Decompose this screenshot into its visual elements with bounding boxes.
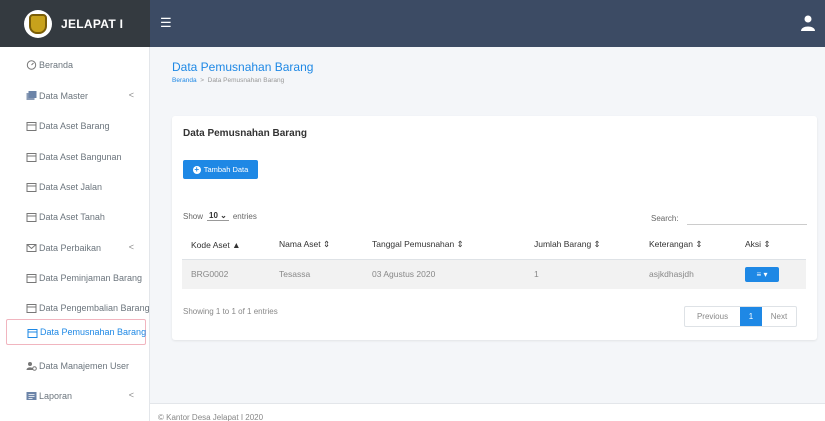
cell-keterangan: asjkdhasjdh — [640, 259, 736, 289]
footer: © Kantor Desa Jelapat I 2020 — [150, 403, 825, 421]
chevron-left-icon: < — [128, 390, 134, 400]
data-table: Kode Aset ▲ Nama Aset ⇕ Tanggal Pemusnah… — [182, 231, 806, 289]
breadcrumb-home-link[interactable]: Beranda — [172, 77, 197, 84]
folders-icon — [26, 91, 37, 100]
column-header-kode-aset[interactable]: Kode Aset ▲ — [182, 231, 270, 260]
sidebar-item-data-aset-tanah[interactable]: Data Aset Tanah — [6, 204, 146, 230]
column-header-nama-aset[interactable]: Nama Aset ⇕ — [270, 231, 363, 260]
calendar-icon — [26, 153, 37, 162]
data-card: Data Pemusnahan Barang + Tambah Data Sho… — [172, 116, 817, 340]
sidebar-item-label: Beranda — [39, 60, 74, 70]
dashboard-icon — [26, 60, 37, 70]
report-icon — [26, 392, 37, 400]
sidebar-item-label: Laporan — [39, 391, 73, 401]
tambah-data-label: Tambah Data — [203, 165, 249, 174]
sidebar-item-data-manajemen-user[interactable]: Data Manajemen User — [6, 353, 146, 379]
sidebar-item-label: Data Perbaikan — [39, 243, 102, 253]
sort-icon: ⇕ — [593, 239, 601, 250]
chevron-left-icon: < — [128, 242, 134, 252]
calendar-icon — [26, 274, 37, 283]
content-header: Data Pemusnahan Barang Beranda > Data Pe… — [172, 60, 313, 84]
breadcrumb-separator: > — [200, 77, 204, 84]
envelope-icon — [26, 244, 37, 252]
search-input[interactable] — [686, 211, 807, 225]
sidebar: Beranda Data Master < Data Aset Barang D… — [0, 47, 150, 421]
column-header-tanggal-pemusnahan[interactable]: Tanggal Pemusnahan ⇕ — [363, 231, 525, 260]
column-header-keterangan[interactable]: Keterangan ⇕ — [640, 231, 736, 260]
calendar-icon — [26, 213, 37, 222]
previous-button[interactable]: Previous — [685, 307, 740, 326]
table-row: BRG0002 Tesassa 03 Agustus 2020 1 asjkdh… — [182, 259, 806, 289]
footer-text: © Kantor Desa Jelapat I 2020 — [158, 413, 264, 421]
table-header-row: Kode Aset ▲ Nama Aset ⇕ Tanggal Pemusnah… — [182, 231, 806, 260]
action-dropdown-button[interactable]: ≡ ▾ — [745, 266, 779, 282]
sidebar-item-data-perbaikan[interactable]: Data Perbaikan < — [6, 235, 146, 261]
cell-nama-aset: Tesassa — [270, 259, 363, 289]
chevron-down-icon: ⌄ — [220, 211, 227, 220]
sidebar-item-data-aset-barang[interactable]: Data Aset Barang — [6, 113, 146, 139]
cell-aksi: ≡ ▾ — [736, 259, 806, 289]
sidebar-item-label: Data Peminjaman Barang — [39, 273, 143, 283]
entries-select[interactable]: 10 ⌄ — [207, 211, 229, 221]
column-header-aksi[interactable]: Aksi ⇕ — [736, 231, 806, 260]
sidebar-item-label: Data Manajemen User — [39, 361, 130, 371]
card-title: Data Pemusnahan Barang — [183, 128, 307, 139]
breadcrumb-current: Data Pemusnahan Barang — [207, 77, 285, 84]
sidebar-item-label: Data Pengembalian Barang — [39, 303, 150, 313]
plus-circle-icon: + — [192, 164, 201, 174]
sidebar-item-data-aset-bangunan[interactable]: Data Aset Bangunan — [6, 144, 146, 170]
tambah-data-button[interactable]: + Tambah Data — [183, 160, 258, 179]
next-button[interactable]: Next — [762, 307, 796, 326]
sidebar-item-data-pengembalian-barang[interactable]: Data Pengembalian Barang — [6, 295, 150, 321]
pagination: Previous 1 Next — [684, 306, 797, 327]
sidebar-item-label: Data Master — [39, 91, 89, 101]
calendar-icon — [26, 183, 37, 192]
sort-icon: ⇕ — [322, 239, 331, 250]
sidebar-item-beranda[interactable]: Beranda — [6, 52, 146, 78]
sidebar-item-data-pemusnahan-barang[interactable]: Data Pemusnahan Barang — [6, 319, 146, 345]
show-entries: Show 10 ⌄ entries — [183, 211, 257, 221]
sidebar-item-label: Data Pemusnahan Barang — [40, 327, 147, 337]
calendar-icon — [27, 329, 38, 338]
search-label: Search: — [651, 213, 679, 223]
chevron-left-icon: < — [128, 90, 134, 100]
table-info: Showing 1 to 1 of 1 entries — [183, 307, 278, 316]
sidebar-item-label: Data Aset Bangunan — [39, 152, 122, 162]
page-title: Data Pemusnahan Barang — [172, 60, 314, 74]
column-header-jumlah-barang[interactable]: Jumlah Barang ⇕ — [525, 231, 640, 260]
entries-label: entries — [232, 211, 257, 221]
search: Search: — [651, 211, 807, 225]
sidebar-item-label: Data Aset Tanah — [39, 212, 105, 222]
sort-asc-icon: ▲ — [232, 239, 241, 250]
users-icon — [26, 362, 37, 371]
sidebar-item-laporan[interactable]: Laporan < — [6, 383, 146, 409]
calendar-icon — [26, 304, 37, 313]
cell-jumlah: 1 — [525, 259, 640, 289]
user-icon[interactable] — [801, 15, 815, 31]
cell-kode-aset: BRG0002 — [182, 259, 270, 289]
show-label: Show — [183, 211, 204, 221]
entries-select-value: 10 — [209, 211, 218, 220]
cell-tanggal: 03 Agustus 2020 — [363, 259, 525, 289]
calendar-icon — [26, 122, 37, 131]
breadcrumb: Beranda > Data Pemusnahan Barang — [172, 77, 313, 84]
sort-icon: ⇕ — [456, 239, 464, 250]
page-button-1[interactable]: 1 — [740, 307, 762, 326]
sidebar-item-data-master[interactable]: Data Master < — [6, 83, 146, 109]
sidebar-item-data-aset-jalan[interactable]: Data Aset Jalan — [6, 174, 146, 200]
logo — [24, 9, 52, 38]
sidebar-item-label: Data Aset Barang — [39, 121, 110, 131]
top-navbar: JELAPAT I ☰ — [0, 0, 825, 47]
sidebar-item-data-peminjaman-barang[interactable]: Data Peminjaman Barang — [6, 265, 146, 291]
brand[interactable]: JELAPAT I — [0, 0, 150, 47]
sort-icon: ⇕ — [763, 239, 771, 250]
brand-title: JELAPAT I — [61, 16, 124, 31]
hamburger-icon[interactable]: ☰ — [160, 16, 172, 29]
sort-icon: ⇕ — [695, 239, 703, 250]
sidebar-item-label: Data Aset Jalan — [39, 182, 103, 192]
